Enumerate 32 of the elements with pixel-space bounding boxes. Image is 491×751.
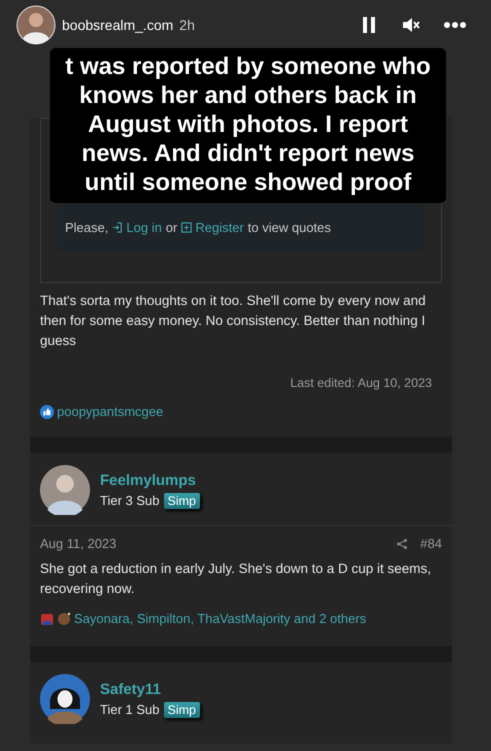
post-text: She got a reduction in early July. She's down to a D cup it seems, recovering now. (40, 560, 432, 598)
login-link[interactable]: Log in (112, 220, 162, 234)
notice-text: Please, (65, 220, 108, 234)
avatar (40, 674, 90, 724)
notice-text: to view quotes (248, 220, 331, 234)
account-name[interactable]: boobsrealm_.com (62, 17, 174, 33)
post-number[interactable]: #84 (420, 536, 442, 551)
reaction-users[interactable]: poopypantsmcgee (57, 404, 164, 419)
post-text: That's sorta my thoughts on it too. She'll come by every now and then for some easy money. No consistency. Better than nothing I guess (40, 292, 427, 350)
story-time: 2h (179, 17, 195, 33)
last-edited: Last edited: Aug 10, 2023 (289, 376, 433, 390)
reaction-users[interactable]: Sayonara, Simpilton, ThaVastMajority and 2 others (74, 611, 366, 626)
muted-speaker-icon[interactable] (401, 15, 421, 35)
username[interactable]: Safety11 (100, 680, 200, 698)
login-icon (112, 222, 124, 232)
user-rank-label: Tier 3 Sub (100, 493, 160, 508)
reaction-icon (40, 612, 54, 626)
user-badge: Simp (164, 702, 200, 718)
more-icon[interactable] (443, 21, 467, 29)
reaction-icon (57, 612, 71, 626)
account-avatar[interactable] (16, 5, 56, 45)
user-badge: Simp (164, 492, 200, 508)
plus-box-icon (181, 222, 192, 232)
like-icon (40, 404, 54, 418)
register-link[interactable]: Register (181, 220, 244, 234)
user-rank-label: Tier 1 Sub (100, 702, 160, 717)
notice-text: or (166, 220, 178, 234)
share-icon[interactable] (396, 538, 408, 550)
username[interactable]: Feelmylumps (100, 472, 200, 488)
post-date: Aug 11, 2023 (40, 536, 116, 551)
story-caption: t was reported by someone who knows her and others back in August with photos. I report news. And didn't report news until someone showed proof (50, 48, 446, 203)
avatar (40, 465, 90, 515)
